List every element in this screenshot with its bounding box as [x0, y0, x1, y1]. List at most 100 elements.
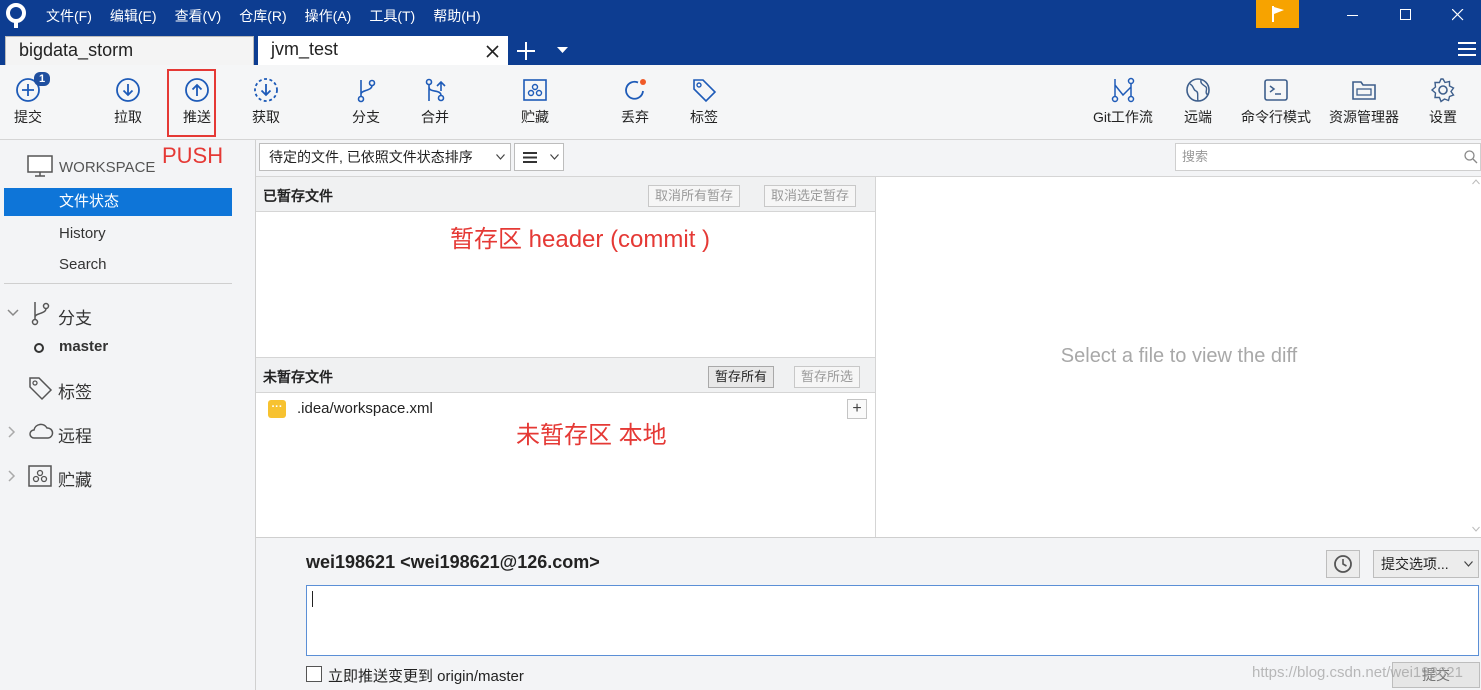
- add-tab-icon[interactable]: [516, 41, 536, 61]
- menu-actions[interactable]: 操作(A): [305, 6, 352, 26]
- menu-edit[interactable]: 编辑(E): [110, 6, 157, 26]
- sidebar-item-history[interactable]: History: [59, 225, 106, 242]
- stage-all-button[interactable]: 暂存所有: [708, 366, 775, 388]
- branch-icon: [357, 79, 376, 103]
- stage-file-button[interactable]: +: [847, 399, 867, 419]
- commit-options-select[interactable]: 提交选项...: [1373, 550, 1479, 578]
- fetch-label: 获取: [252, 109, 280, 125]
- chevron-down-icon: [496, 154, 505, 160]
- sidebar-divider: [4, 283, 232, 284]
- unstage-selected-button[interactable]: 取消选定暂存: [764, 185, 857, 207]
- commit-count-badge: 1: [34, 72, 51, 86]
- settings-label: 设置: [1429, 109, 1457, 125]
- chevron-right-icon[interactable]: [8, 426, 16, 438]
- list-icon: [523, 152, 537, 163]
- repository-tab-strip: bigdata_storm jvm_test: [0, 32, 1481, 65]
- chevron-right-icon[interactable]: [8, 470, 16, 482]
- sidebar-item-search[interactable]: Search: [59, 256, 107, 273]
- menu-tools[interactable]: 工具(T): [369, 6, 415, 26]
- staged-annotation: 暂存区 header (commit ): [450, 226, 711, 253]
- sidebar-tags[interactable]: 标签: [58, 378, 92, 403]
- staged-title: 已暂存文件: [263, 188, 333, 204]
- branch-master[interactable]: master: [59, 338, 108, 355]
- remote-button[interactable]: 远端: [1180, 65, 1216, 140]
- commit-area: wei198621 <wei198621@126.com> 提交选项... 立即…: [256, 537, 1481, 690]
- fetch-button[interactable]: 获取: [248, 65, 284, 140]
- toolbar: 提交 1 拉取 推送 获取 分支 合并 贮藏 丢弃 标签 Git工作流 远端 命…: [0, 65, 1481, 140]
- terminal-button[interactable]: 命令行模式: [1237, 65, 1315, 140]
- sidebar-remotes[interactable]: 远程: [58, 422, 92, 447]
- title-bar: 文件(F) 编辑(E) 查看(V) 仓库(R) 操作(A) 工具(T) 帮助(H…: [0, 0, 1481, 32]
- gear-icon: [1430, 78, 1455, 103]
- unstaged-title: 未暂存文件: [263, 369, 333, 385]
- scroll-up-icon[interactable]: [1472, 179, 1480, 185]
- close-tab-icon[interactable]: [486, 45, 499, 58]
- maximize-button[interactable]: [1383, 0, 1429, 30]
- commit-options-label: 提交选项...: [1381, 556, 1449, 572]
- flag-icon: [1271, 6, 1284, 22]
- sidebar-branches[interactable]: 分支: [58, 304, 92, 329]
- diff-placeholder: Select a file to view the diff: [1060, 345, 1298, 367]
- flag-button[interactable]: [1256, 0, 1299, 28]
- sidebar: WORKSPACE PUSH 文件状态 History Search 分支 ma…: [0, 140, 256, 690]
- branch-icon: [31, 302, 50, 326]
- view-mode-select[interactable]: [514, 143, 564, 171]
- terminal-icon: [1264, 79, 1288, 101]
- current-branch-icon: [34, 343, 44, 353]
- text-caret: [312, 591, 313, 607]
- discard-label: 丢弃: [621, 109, 649, 125]
- stage-selected-button[interactable]: 暂存所选: [794, 366, 861, 388]
- minimize-button[interactable]: [1330, 0, 1376, 30]
- file-sort-select[interactable]: 待定的文件, 已依照文件状态排序: [259, 143, 511, 171]
- merge-button[interactable]: 合并: [417, 65, 453, 140]
- unstage-all-button[interactable]: 取消所有暂存: [648, 185, 741, 207]
- menu-view[interactable]: 查看(V): [175, 6, 222, 26]
- menu-file[interactable]: 文件(F): [46, 6, 92, 26]
- sidebar-stashes[interactable]: 贮藏: [58, 466, 92, 491]
- tag-button[interactable]: 标签: [686, 65, 722, 140]
- remote-label: 远端: [1184, 109, 1212, 125]
- commit-label: 提交: [14, 109, 42, 125]
- menu-repository[interactable]: 仓库(R): [239, 6, 286, 26]
- pull-button[interactable]: 拉取: [110, 65, 146, 140]
- scroll-down-icon[interactable]: [1472, 526, 1480, 532]
- cloud-icon: [29, 423, 54, 439]
- close-window-button[interactable]: [1435, 0, 1481, 30]
- search-icon: [1464, 150, 1478, 164]
- push-annotation: PUSH: [162, 143, 224, 168]
- monitor-icon: [27, 155, 53, 177]
- discard-icon: [625, 79, 646, 100]
- gitflow-icon: [1111, 77, 1135, 103]
- discard-button[interactable]: 丢弃: [617, 65, 653, 140]
- branch-button[interactable]: 分支: [348, 65, 384, 140]
- commit-history-button[interactable]: [1326, 550, 1360, 578]
- tab-dropdown-icon[interactable]: [557, 47, 568, 54]
- stash-button[interactable]: 贮藏: [517, 65, 553, 140]
- hamburger-menu-icon[interactable]: [1458, 41, 1476, 57]
- search-input[interactable]: 搜索: [1175, 143, 1481, 171]
- stash-label: 贮藏: [521, 109, 549, 125]
- tab-jvm-test[interactable]: jvm_test: [258, 36, 508, 65]
- arrow-down-circle-icon: [116, 78, 140, 102]
- explorer-label: 资源管理器: [1329, 109, 1399, 125]
- folder-icon: [1352, 81, 1376, 100]
- tab-bigdata-storm[interactable]: bigdata_storm: [5, 36, 254, 65]
- file-name: .idea/workspace.xml: [297, 400, 433, 417]
- chevron-down-icon: [1464, 561, 1473, 567]
- search-placeholder: 搜索: [1182, 149, 1209, 164]
- pull-label: 拉取: [114, 109, 142, 125]
- staged-files-list[interactable]: 暂存区 header (commit ): [256, 212, 875, 357]
- push-immediately-label[interactable]: 立即推送变更到 origin/master: [328, 665, 524, 686]
- settings-button[interactable]: 设置: [1425, 65, 1461, 140]
- explorer-button[interactable]: 资源管理器: [1325, 65, 1403, 140]
- menu-help[interactable]: 帮助(H): [433, 6, 480, 26]
- unstaged-files-list: ··· .idea/workspace.xml + 未暂存区 本地: [256, 393, 875, 537]
- push-immediately-checkbox[interactable]: [306, 666, 322, 682]
- gitflow-button[interactable]: Git工作流: [1086, 65, 1160, 140]
- commit-message-input[interactable]: [306, 585, 1479, 656]
- chevron-down-icon[interactable]: [7, 309, 19, 317]
- sidebar-item-file-status[interactable]: 文件状态: [4, 188, 232, 216]
- file-sort-value: 待定的文件, 已依照文件状态排序: [269, 149, 473, 165]
- merge-icon: [425, 78, 446, 102]
- clock-icon: [1334, 555, 1352, 573]
